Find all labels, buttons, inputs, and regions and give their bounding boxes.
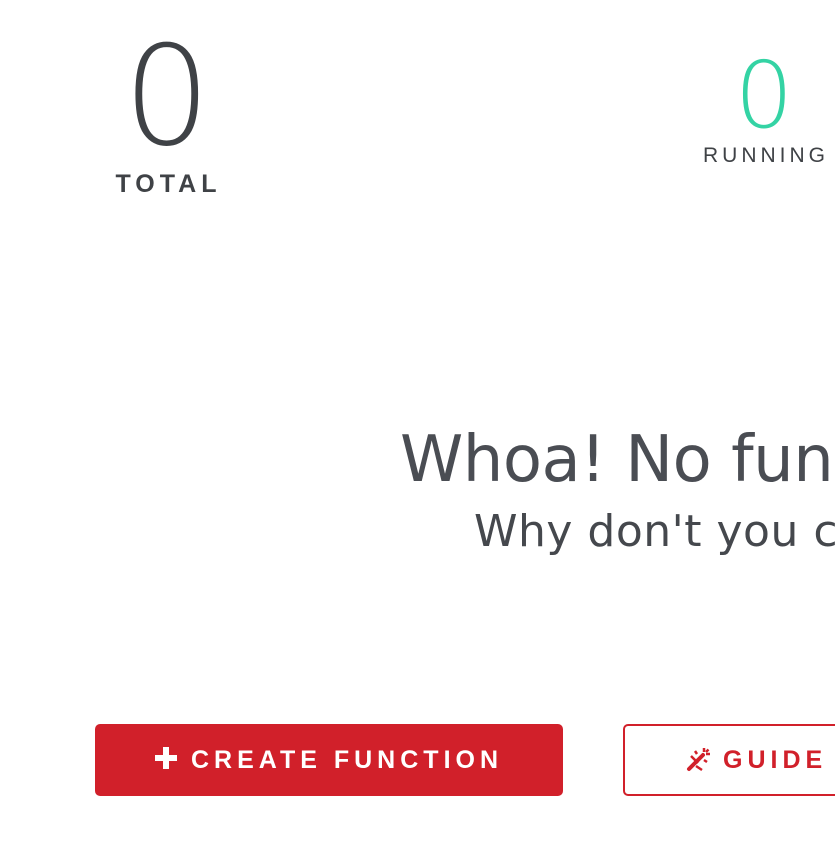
running-count: 0	[734, 42, 794, 149]
magic-wand-icon	[685, 747, 711, 773]
running-label: RUNNING	[703, 144, 829, 167]
empty-state-title: Whoa! No func	[400, 423, 835, 497]
running-stat: 0 RUNNING	[664, 50, 835, 168]
total-count: 0	[123, 16, 211, 177]
total-stat: 0 TOTAL	[66, 28, 266, 199]
plus-icon	[154, 742, 177, 774]
total-label: TOTAL	[115, 170, 222, 198]
create-function-label: CREATE FUNCTION	[190, 745, 504, 774]
functions-overview-page: 0 TOTAL 0 RUNNING Whoa! No func Why don'…	[0, 0, 835, 849]
empty-state-subtitle: Why don't you cre	[474, 506, 835, 557]
guide-label: GUIDE	[723, 745, 828, 774]
guide-button[interactable]: GUIDE	[623, 724, 835, 796]
create-function-button[interactable]: CREATE FUNCTION	[95, 724, 563, 796]
